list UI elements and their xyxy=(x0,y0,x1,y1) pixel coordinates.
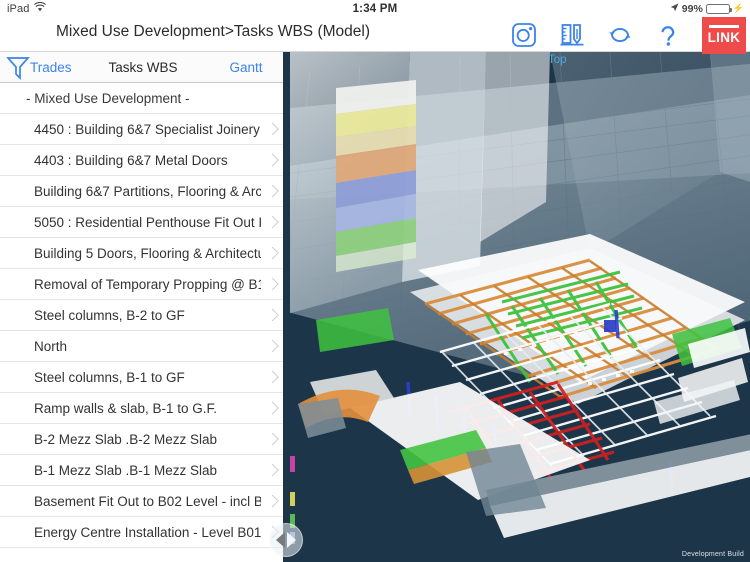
task-list-row[interactable]: Basement Fit Out to B02 Level - incl Blo… xyxy=(0,486,283,517)
task-list-row[interactable]: Building 6&7 Partitions, Flooring & Arch… xyxy=(0,176,283,207)
task-list-row-label: Removal of Temporary Propping @ B1 level xyxy=(34,276,261,292)
link-label: LINK xyxy=(707,29,741,45)
chevron-right-icon[interactable] xyxy=(268,122,277,137)
panel-divider xyxy=(283,52,290,562)
collapse-panel-handle-icon[interactable] xyxy=(269,523,303,557)
page-title: Mixed Use Development>Tasks WBS (Model) xyxy=(56,23,370,40)
chevron-right-icon[interactable] xyxy=(268,215,277,230)
status-bar-clock: 1:34 PM xyxy=(352,2,398,15)
task-list-row[interactable]: North xyxy=(0,331,283,362)
build-watermark: Development Build xyxy=(681,551,744,558)
funnel-filter-icon[interactable] xyxy=(4,54,32,81)
task-list-row[interactable]: B-1 Mezz Slab .B-1 Mezz Slab xyxy=(0,455,283,486)
task-list-row[interactable]: Steel columns, B-2 to GF xyxy=(0,300,283,331)
chevron-right-icon[interactable] xyxy=(268,432,277,447)
chevron-right-icon[interactable] xyxy=(268,184,277,199)
chevron-right-icon[interactable] xyxy=(268,153,277,168)
chevron-right-icon[interactable] xyxy=(268,370,277,385)
refresh-icon[interactable] xyxy=(604,19,636,51)
camera-icon[interactable] xyxy=(508,19,540,51)
help-icon[interactable] xyxy=(652,19,684,51)
task-list-row-label: Energy Centre Installation - Level B01 xyxy=(34,524,261,540)
task-list-row[interactable]: B-2 Mezz Slab .B-2 Mezz Slab xyxy=(0,424,283,455)
task-list-row-label: Ramp walls & slab, B-1 to G.F. xyxy=(34,400,218,416)
lightning-bolt-icon: ⚡ xyxy=(732,3,744,13)
link-underline xyxy=(709,24,739,28)
battery-percent: 99% xyxy=(681,2,703,15)
handle-arrow-right-icon xyxy=(287,532,296,548)
model-viewport[interactable]: Top Development Build xyxy=(290,52,750,562)
task-list-row-label: 4450 : Building 6&7 Specialist Joinery xyxy=(34,121,260,137)
location-arrow-icon xyxy=(670,3,679,15)
link-button[interactable]: LINK xyxy=(702,15,746,54)
task-list-row[interactable]: 4450 : Building 6&7 Specialist Joinery xyxy=(0,114,283,145)
task-list-row[interactable]: Steel columns, B-1 to GF xyxy=(0,362,283,393)
battery-icon xyxy=(705,3,732,14)
chevron-right-icon[interactable] xyxy=(268,246,277,261)
task-list-row[interactable]: 4403 : Building 6&7 Metal Doors xyxy=(0,145,283,176)
task-list-row-label: 4403 : Building 6&7 Metal Doors xyxy=(34,152,228,168)
chevron-right-icon[interactable] xyxy=(268,494,277,509)
tasks-sidebar: Trades Tasks WBS Gantt - Mixed Use Devel… xyxy=(0,52,283,562)
task-list-row-label: Building 6&7 Partitions, Flooring & Arch… xyxy=(34,183,261,199)
chevron-right-icon[interactable] xyxy=(268,401,277,416)
task-list-row[interactable]: Removal of Temporary Propping @ B1 level xyxy=(0,269,283,300)
tab-gantt[interactable]: Gantt xyxy=(230,60,263,75)
app-root: iPad 1:34 PM 99% ⚡ Mixed Use Development… xyxy=(0,0,750,562)
status-bar-right: 99% ⚡ xyxy=(670,0,744,17)
sidebar-tab-bar: Trades Tasks WBS Gantt xyxy=(0,52,283,83)
tab-trades[interactable]: Trades xyxy=(30,60,72,75)
measure-icon[interactable] xyxy=(556,19,588,51)
task-list-row[interactable]: Energy Centre Installation - Level B01 xyxy=(0,517,283,548)
chevron-right-icon[interactable] xyxy=(268,339,277,354)
ios-status-bar: iPad 1:34 PM 99% ⚡ xyxy=(0,0,750,17)
task-list: - Mixed Use Development - 4450 : Buildin… xyxy=(0,83,283,562)
handle-arrow-left-icon xyxy=(276,532,285,548)
task-list-row-label: Building 5 Doors, Flooring & Architectur… xyxy=(34,245,261,261)
chevron-right-icon[interactable] xyxy=(268,277,277,292)
list-section-header: - Mixed Use Development - xyxy=(0,83,283,114)
task-list-row-label: Steel columns, B-1 to GF xyxy=(34,369,185,385)
bim-model-scene xyxy=(290,52,750,562)
toolbar-actions: LINK xyxy=(508,13,746,56)
chevron-right-icon[interactable] xyxy=(268,463,277,478)
task-list-row[interactable]: Building 5 Doors, Flooring & Architectur… xyxy=(0,238,283,269)
task-list-row-label: B-2 Mezz Slab .B-2 Mezz Slab xyxy=(34,431,218,447)
task-list-row-label: Basement Fit Out to B02 Level - incl Blo… xyxy=(34,493,261,509)
tab-tasks-wbs[interactable]: Tasks WBS xyxy=(109,60,178,75)
task-list-row-label: North xyxy=(34,338,68,354)
task-list-row[interactable]: Ramp walls & slab, B-1 to G.F. xyxy=(0,393,283,424)
task-list-row-label: B-1 Mezz Slab .B-1 Mezz Slab xyxy=(34,462,218,478)
task-list-row-label: Steel columns, B-2 to GF xyxy=(34,307,185,323)
task-list-row[interactable]: 5050 : Residential Penthouse Fit Out Inc… xyxy=(0,207,283,238)
app-title-bar: Mixed Use Development>Tasks WBS (Model) xyxy=(0,15,750,54)
task-list-row-label: 5050 : Residential Penthouse Fit Out Inc… xyxy=(34,214,261,230)
chevron-right-icon[interactable] xyxy=(268,308,277,323)
